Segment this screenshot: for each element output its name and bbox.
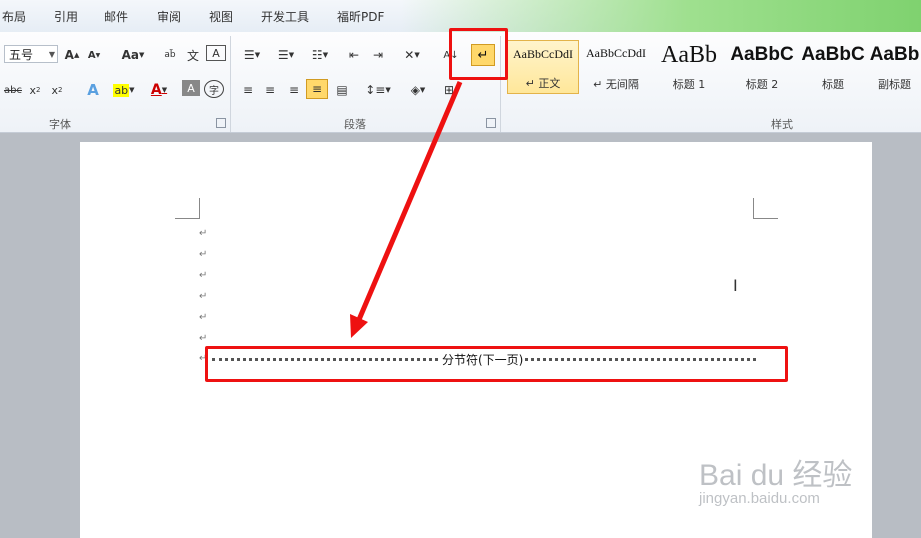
watermark-title: Bai du 经验	[699, 459, 853, 492]
watermark-subtitle: jingyan.baidu.com	[699, 490, 820, 507]
baidu-watermark: Bai du 经验 jingyan.baidu.com	[699, 450, 869, 520]
arrow-shaft	[355, 81, 463, 323]
